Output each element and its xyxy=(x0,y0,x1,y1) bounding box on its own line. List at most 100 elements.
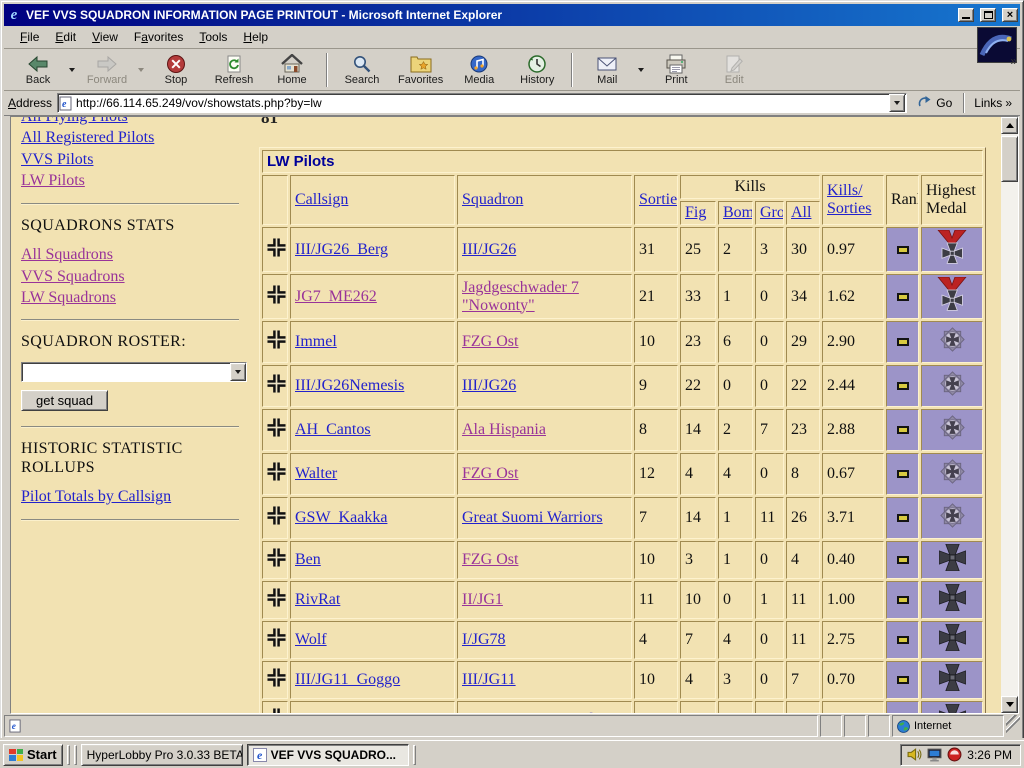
callsign-link[interactable]: Immel xyxy=(295,333,337,350)
media-button[interactable]: Media xyxy=(451,52,507,87)
stop-button[interactable]: Stop xyxy=(148,52,204,87)
back-dropdown[interactable] xyxy=(66,52,77,87)
squadron-link[interactable]: III/JG26 xyxy=(462,377,516,394)
menu-edit[interactable]: Edit xyxy=(47,27,84,47)
minimize-button[interactable] xyxy=(958,8,974,22)
mail-dropdown[interactable] xyxy=(635,52,646,87)
start-button[interactable]: Start xyxy=(3,744,63,766)
sidebar-divider xyxy=(21,203,239,205)
sort-bom-link[interactable]: Bom xyxy=(723,204,753,221)
go-icon xyxy=(918,95,932,112)
pilot-stats-table: LW Pilots Callsign Squadron Sorties Kill… xyxy=(259,147,986,714)
maximize-button[interactable] xyxy=(980,8,996,22)
back-button[interactable]: Back xyxy=(10,52,66,87)
squadron-link[interactable]: I/JG78 xyxy=(462,631,506,648)
select-dropdown-icon[interactable] xyxy=(230,363,246,381)
sort-all-link[interactable]: All xyxy=(791,204,811,221)
callsign-link[interactable]: JG7_ME262 xyxy=(295,288,377,305)
german-cross-medal-icon xyxy=(937,430,968,447)
kills-fig-cell: 14 xyxy=(680,497,716,539)
menu-view[interactable]: View xyxy=(84,27,126,47)
callsign-link[interactable]: AH_Cantos xyxy=(295,421,371,438)
sidebar-link[interactable]: VVS Pilots xyxy=(21,151,93,168)
close-button[interactable]: × xyxy=(1002,8,1018,22)
callsign-link[interactable]: RivRat xyxy=(295,591,340,608)
squadron-link[interactable]: FZG Ost xyxy=(462,465,518,482)
callsign-link[interactable]: Walter xyxy=(295,465,337,482)
callsign-link[interactable]: GSW_Kaakka xyxy=(295,509,387,526)
menu-favorites[interactable]: Favorites xyxy=(126,27,191,47)
callsign-link[interactable]: Ben xyxy=(295,551,321,568)
kills-bom-cell: 6 xyxy=(718,321,753,363)
address-input[interactable] xyxy=(76,95,886,111)
taskbar-task-hyperlobby[interactable]: HyperLobby Pro 3.0.33 BETA xyxy=(81,744,243,766)
squadron-link[interactable]: Ala Hispania xyxy=(462,421,546,438)
history-button[interactable]: History xyxy=(509,52,565,87)
squadron-link[interactable]: VO101 Puma Squadron xyxy=(462,711,615,714)
toolbar-overflow-chevron[interactable]: » xyxy=(1010,54,1016,68)
taskbar-divider xyxy=(67,745,70,765)
volume-icon[interactable] xyxy=(907,747,922,762)
kills-all-cell: 30 xyxy=(786,227,820,272)
address-dropdown-button[interactable] xyxy=(889,94,905,112)
menu-help[interactable]: Help xyxy=(235,27,276,47)
kills-bom-cell: 1 xyxy=(718,541,753,579)
taskbar-task-ie-active[interactable]: e VEF VVS SQUADRO... xyxy=(247,744,409,766)
callsign-link[interactable]: III/JG26Nemesis xyxy=(295,377,404,394)
kills-group-header: Kills xyxy=(680,175,820,199)
sort-sorties-link[interactable]: Sorties xyxy=(639,191,678,208)
squadron-link[interactable]: II/JG1 xyxy=(462,591,503,608)
scroll-down-button[interactable] xyxy=(1001,696,1018,713)
page-done-icon: e xyxy=(9,719,22,733)
sort-gro-link[interactable]: Gro xyxy=(760,204,784,221)
favorites-button[interactable]: Favorites xyxy=(392,52,449,87)
squadron-link[interactable]: III/JG26 xyxy=(462,241,516,258)
clock: 3:26 PM xyxy=(967,748,1012,762)
squadron-link[interactable]: FZG Ost xyxy=(462,333,518,350)
sidebar-link[interactable]: All Registered Pilots xyxy=(21,129,154,146)
kills-bom-cell: 4 xyxy=(718,453,753,495)
squadron-roster-select[interactable] xyxy=(21,362,247,382)
squadron-link[interactable]: FZG Ost xyxy=(462,551,518,568)
scrollbar-thumb[interactable] xyxy=(1001,136,1018,182)
ie-app-icon: e xyxy=(6,7,22,23)
mail-button[interactable]: Mail xyxy=(579,52,635,87)
sidebar-link[interactable]: All Flying Pilots xyxy=(21,116,128,125)
print-button[interactable]: Print xyxy=(648,52,704,87)
sort-kills-per-sorties-link[interactable]: Kills/Sorties xyxy=(827,182,879,218)
sort-fig-link[interactable]: Fig xyxy=(685,204,706,221)
menu-file[interactable]: File xyxy=(12,27,47,47)
sidebar-link[interactable]: Pilot Totals by Callsign xyxy=(21,488,171,505)
sidebar-link[interactable]: VVS Squadrons xyxy=(21,268,125,285)
squadron-cell: II/JG1 xyxy=(457,581,632,619)
go-button[interactable]: Go xyxy=(912,94,958,113)
sort-callsign-link[interactable]: Callsign xyxy=(295,191,348,208)
sidebar-link[interactable]: LW Pilots xyxy=(21,172,85,189)
vertical-scrollbar[interactable] xyxy=(1001,117,1018,713)
sidebar-link[interactable]: LW Squadrons xyxy=(21,289,116,306)
menu-tools[interactable]: Tools xyxy=(191,27,235,47)
search-button[interactable]: Search xyxy=(334,52,390,87)
resize-grip[interactable] xyxy=(1006,715,1020,737)
sidebar-link[interactable]: All Squadrons xyxy=(21,246,113,263)
callsign-link[interactable]: III/JG26_Berg xyxy=(295,241,388,258)
kills-per-sorties-cell: 2.75 xyxy=(822,621,884,659)
sort-squadron-link[interactable]: Squadron xyxy=(462,191,523,208)
callsign-link[interactable]: VO101_Yosser xyxy=(295,711,393,714)
scroll-up-button[interactable] xyxy=(1001,117,1018,134)
callsign-link[interactable]: III/JG11_Goggo xyxy=(295,671,400,688)
squadron-link[interactable]: Great Suomi Warriors xyxy=(462,509,603,526)
home-button[interactable]: Home xyxy=(264,52,320,87)
balkenkreuz-icon xyxy=(267,380,286,397)
links-button[interactable]: Links » xyxy=(970,96,1016,110)
sidebar-heading: SQUADRON ROSTER: xyxy=(21,332,249,351)
display-settings-icon[interactable] xyxy=(927,747,942,762)
kills-per-sorties-cell: 1.62 xyxy=(822,274,884,319)
hyperlobby-tray-icon[interactable] xyxy=(947,747,962,762)
squadron-link[interactable]: Jagdgeschwader 7 "Nowonty" xyxy=(462,279,579,314)
get-squad-button[interactable]: get squad xyxy=(21,390,108,411)
refresh-button[interactable]: Refresh xyxy=(206,52,262,87)
squadron-link[interactable]: III/JG11 xyxy=(462,671,516,688)
kills-gro-cell: 0 xyxy=(755,453,784,495)
callsign-link[interactable]: Wolf xyxy=(295,631,327,648)
